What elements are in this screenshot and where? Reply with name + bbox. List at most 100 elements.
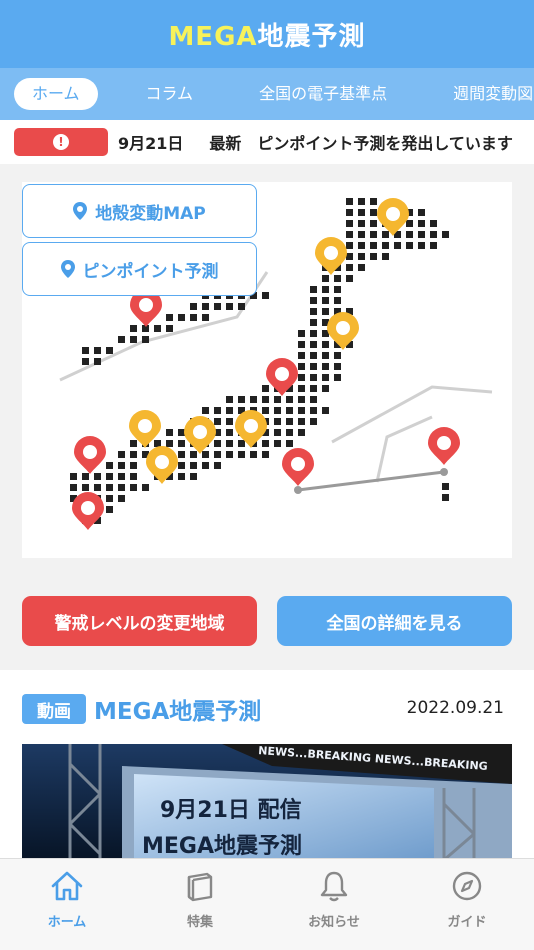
- land-dot: [106, 462, 113, 469]
- land-dot: [310, 319, 317, 326]
- news-ticker[interactable]: ! 9月21日 最新 ピンポイント予測を発出しています: [0, 120, 534, 164]
- forecast-pin-red[interactable]: [282, 448, 314, 486]
- forecast-pin-yellow[interactable]: [184, 416, 216, 454]
- land-dot: [430, 242, 437, 249]
- nav-notifications-label: お知らせ: [308, 915, 360, 930]
- land-dot: [118, 451, 125, 458]
- land-dot: [370, 231, 377, 238]
- land-dot: [226, 396, 233, 403]
- tab-weekly-change[interactable]: 週間変動図 (H): [435, 78, 534, 110]
- land-dot: [298, 374, 305, 381]
- land-dot: [310, 341, 317, 348]
- land-dot: [298, 330, 305, 337]
- land-dot: [178, 314, 185, 321]
- forecast-pin-red[interactable]: [74, 436, 106, 474]
- land-dot: [310, 297, 317, 304]
- land-dot: [394, 242, 401, 249]
- land-dot: [238, 396, 245, 403]
- land-dot: [166, 440, 173, 447]
- tab-column[interactable]: コラム: [128, 78, 212, 110]
- land-dot: [274, 407, 281, 414]
- video-card[interactable]: 動画 MEGA地震予測 2022.09.21 NEWS...BREAKING N…: [0, 670, 534, 860]
- forecast-pin-red[interactable]: [428, 427, 460, 465]
- video-title[interactable]: MEGA地震予測: [94, 692, 261, 726]
- land-dot: [262, 292, 269, 299]
- forecast-pin-yellow[interactable]: [315, 237, 347, 275]
- nav-notifications[interactable]: お知らせ: [284, 869, 384, 939]
- land-dot: [190, 473, 197, 480]
- bell-icon: [320, 871, 348, 902]
- land-dot: [106, 473, 113, 480]
- pinpoint-forecast-button[interactable]: ピンポイント予測: [22, 242, 257, 296]
- forecast-pin-yellow[interactable]: [377, 198, 409, 236]
- land-dot: [250, 396, 257, 403]
- video-thumbnail[interactable]: NEWS...BREAKING NEWS...BREAKING 9月21日 配信…: [22, 744, 512, 860]
- land-dot: [262, 451, 269, 458]
- crustal-map-button[interactable]: 地殻変動MAP: [22, 184, 257, 238]
- pinpoint-forecast-label: ピンポイント予測: [82, 261, 219, 282]
- land-dot: [286, 429, 293, 436]
- land-dot: [250, 451, 257, 458]
- land-dot: [94, 347, 101, 354]
- land-dot: [370, 209, 377, 216]
- land-dot: [190, 303, 197, 310]
- land-dot: [214, 462, 221, 469]
- land-dot: [298, 396, 305, 403]
- forecast-pin-yellow[interactable]: [327, 312, 359, 350]
- nav-guide-label: ガイド: [447, 915, 487, 930]
- land-dot: [190, 462, 197, 469]
- land-dot: [322, 374, 329, 381]
- land-dot: [262, 440, 269, 447]
- land-dot: [358, 242, 365, 249]
- land-dot: [346, 242, 353, 249]
- land-dot: [106, 506, 113, 513]
- land-dot: [130, 484, 137, 491]
- national-details-button[interactable]: 全国の詳細を見る: [277, 596, 512, 646]
- land-dot: [334, 297, 341, 304]
- land-dot: [178, 451, 185, 458]
- land-dot: [358, 198, 365, 205]
- land-dot: [154, 325, 161, 332]
- land-dot: [298, 385, 305, 392]
- app-title-accent: MEGA: [168, 21, 258, 52]
- land-dot: [310, 407, 317, 414]
- thumbnail-line1: 9月21日 配信: [160, 798, 302, 823]
- land-dot: [238, 303, 245, 310]
- crustal-map-label: 地殻変動MAP: [95, 203, 206, 224]
- nav-home-label: ホーム: [47, 915, 87, 930]
- tab-home[interactable]: ホーム: [14, 78, 98, 110]
- land-dot: [322, 385, 329, 392]
- land-dot: [142, 336, 149, 343]
- land-dot: [334, 363, 341, 370]
- land-dot: [154, 440, 161, 447]
- land-dot: [418, 220, 425, 227]
- land-dot: [226, 418, 233, 425]
- forecast-pin-red[interactable]: [266, 358, 298, 396]
- nav-home[interactable]: ホーム: [17, 869, 117, 939]
- nav-guide[interactable]: ガイド: [417, 869, 517, 939]
- land-dot: [334, 286, 341, 293]
- japan-map[interactable]: 地殻変動MAP ピンポイント予測: [22, 182, 512, 558]
- land-dot: [286, 418, 293, 425]
- land-dot: [226, 303, 233, 310]
- land-dot: [322, 308, 329, 315]
- land-dot: [190, 451, 197, 458]
- land-dot: [322, 341, 329, 348]
- land-dot: [310, 396, 317, 403]
- forecast-pin-red[interactable]: [72, 492, 104, 530]
- land-dot: [370, 198, 377, 205]
- nav-features[interactable]: 特集: [150, 869, 250, 939]
- land-dot: [226, 407, 233, 414]
- land-dot: [346, 264, 353, 271]
- land-dot: [130, 462, 137, 469]
- land-dot: [262, 407, 269, 414]
- land-dot: [130, 451, 137, 458]
- land-dot: [94, 358, 101, 365]
- land-dot: [334, 352, 341, 359]
- home-icon: [51, 871, 83, 901]
- tab-reference-points[interactable]: 全国の電子基準点: [241, 78, 405, 110]
- warning-regions-button[interactable]: 警戒レベルの変更地域: [22, 596, 257, 646]
- forecast-pin-yellow[interactable]: [146, 446, 178, 484]
- land-dot: [106, 347, 113, 354]
- land-dot: [130, 336, 137, 343]
